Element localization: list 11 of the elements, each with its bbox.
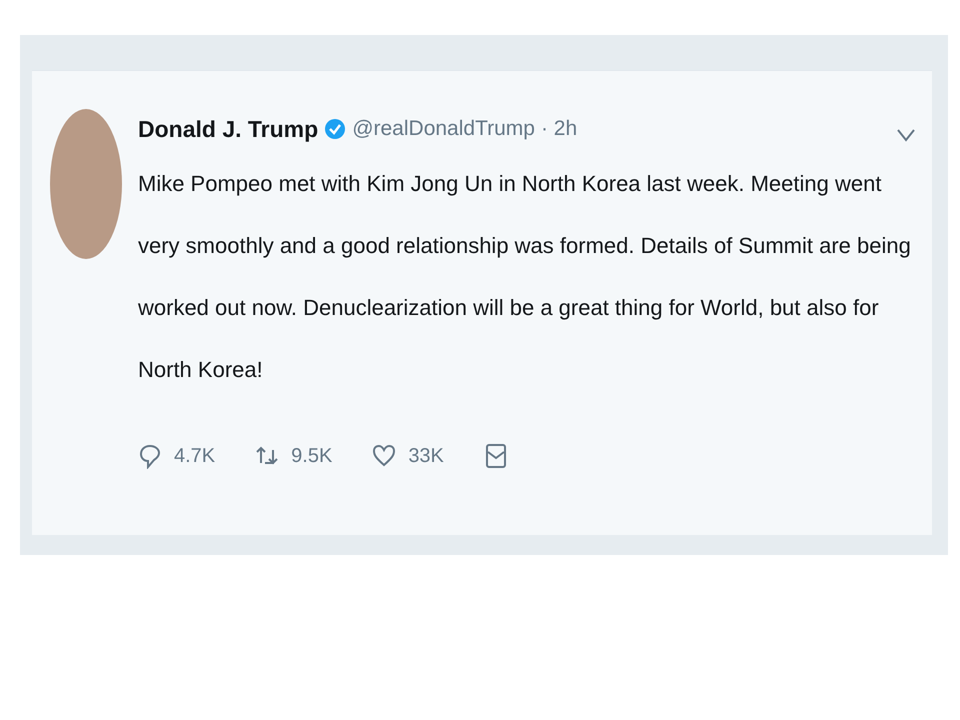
author-handle[interactable]: @realDonaldTrump bbox=[352, 117, 535, 141]
speech-bubble-icon[interactable] bbox=[138, 443, 162, 469]
action-count: 4.7K bbox=[174, 444, 216, 468]
caret-icon[interactable] bbox=[896, 128, 916, 142]
heart-icon[interactable] bbox=[372, 443, 396, 469]
author-name[interactable]: Donald J. Trump bbox=[138, 116, 318, 142]
envelope-icon[interactable] bbox=[484, 443, 508, 469]
tweet-time[interactable]: · 2h bbox=[540, 117, 578, 141]
tweet-text: Mike Pompeo met with Kim Jong Un in North Korea last week. Meeting went very smoothly and a good relationship was formed. Details of Summit are being worked out now. Denuclearization will be a great thing for World, but also for North Korea! bbox=[138, 170, 912, 384]
action-count: 33K bbox=[408, 444, 444, 468]
action-count: 9.5K bbox=[291, 444, 332, 468]
